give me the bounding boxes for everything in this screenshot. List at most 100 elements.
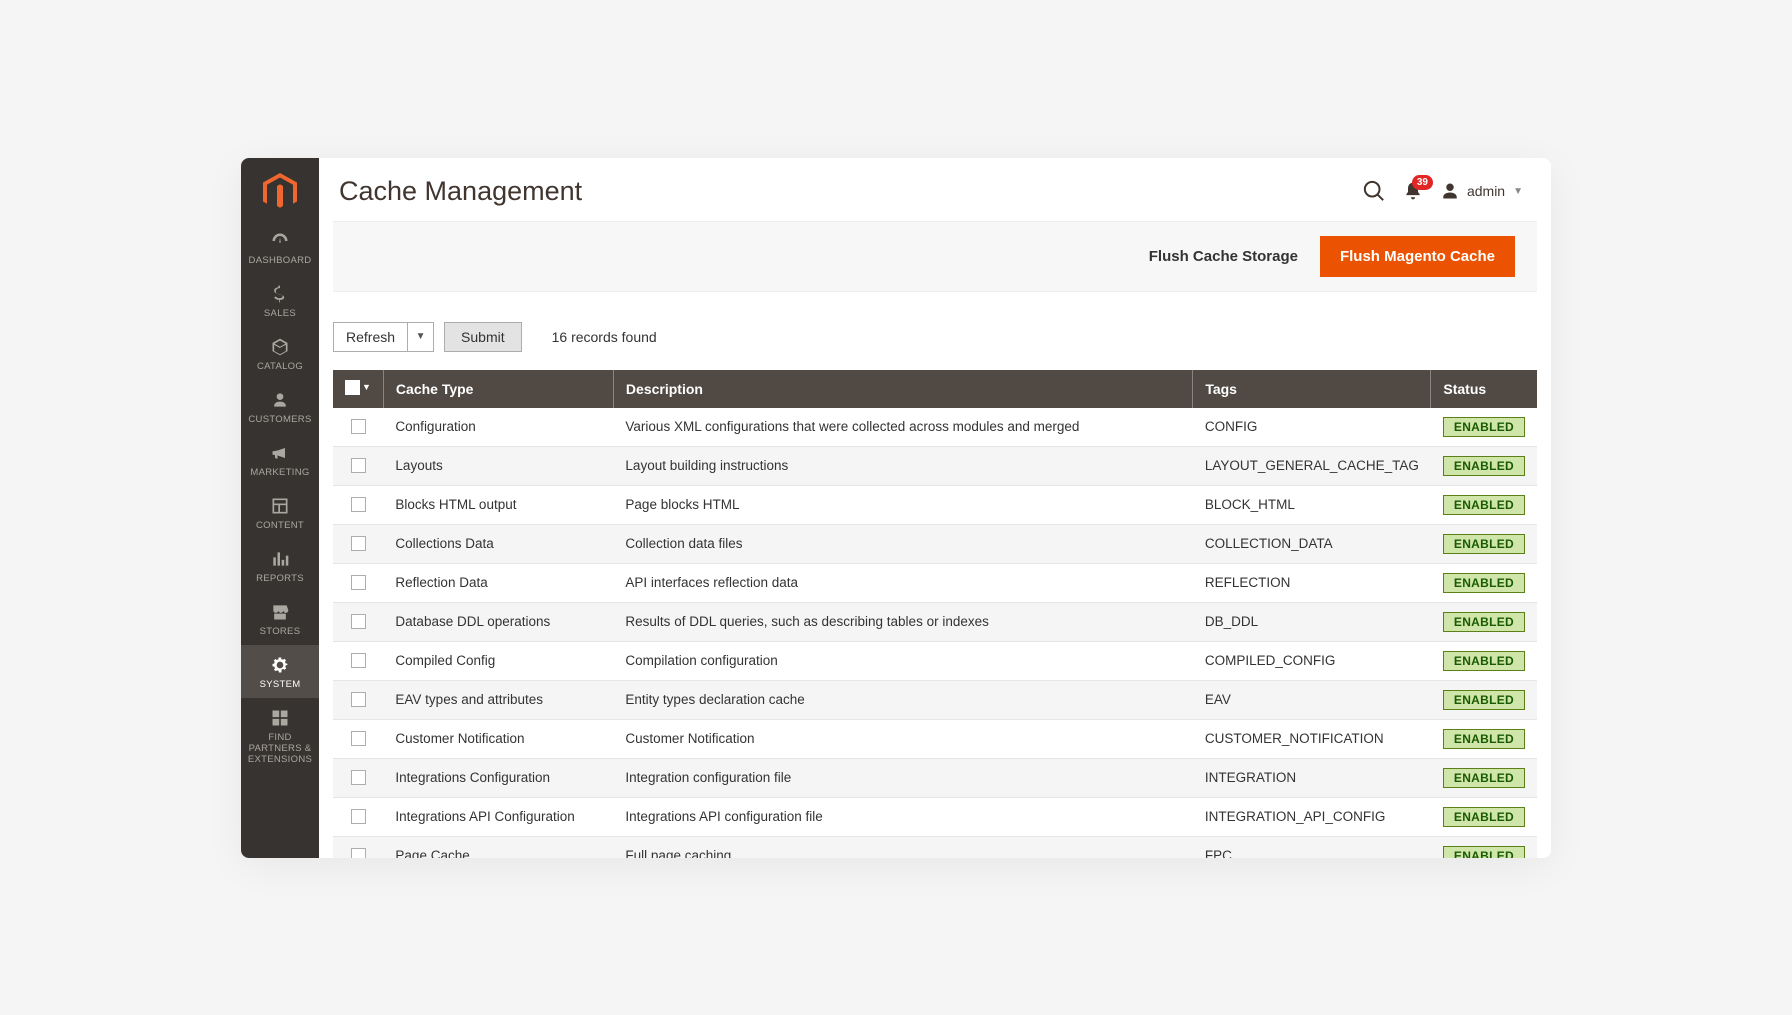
box-icon (270, 337, 290, 357)
mass-action-label[interactable]: Refresh (333, 322, 408, 352)
table-row[interactable]: Customer NotificationCustomer Notificati… (333, 719, 1537, 758)
header-actions: 39 admin ▼ (1363, 180, 1523, 202)
sidebar-item-label: CATALOG (245, 361, 315, 372)
bars-icon (270, 549, 290, 569)
records-count: 16 records found (552, 329, 657, 345)
sidebar-item-reports[interactable]: REPORTS (241, 539, 319, 592)
row-checkbox[interactable] (351, 536, 366, 551)
cell-tags: FPC (1193, 836, 1431, 858)
row-checkbox[interactable] (351, 653, 366, 668)
magento-logo[interactable] (263, 158, 297, 221)
mass-action-select[interactable]: Refresh ▼ (333, 322, 434, 352)
cell-cache-type: Layouts (383, 446, 613, 485)
cache-table-wrap: ▼ Cache Type Description Tags Status Con… (319, 370, 1551, 858)
table-row[interactable]: Reflection DataAPI interfaces reflection… (333, 563, 1537, 602)
cell-description: Results of DDL queries, such as describi… (613, 602, 1192, 641)
sidebar-item-label: CUSTOMERS (245, 414, 315, 425)
sidebar-item-sales[interactable]: SALES (241, 274, 319, 327)
row-checkbox[interactable] (351, 731, 366, 746)
cell-tags: INTEGRATION (1193, 758, 1431, 797)
chevron-down-icon[interactable]: ▼ (362, 382, 371, 392)
cell-description: API interfaces reflection data (613, 563, 1192, 602)
sidebar-item-dashboard[interactable]: DASHBOARD (241, 221, 319, 274)
cell-tags: CONFIG (1193, 408, 1431, 447)
submit-button[interactable]: Submit (444, 322, 522, 352)
row-checkbox[interactable] (351, 458, 366, 473)
cache-table: ▼ Cache Type Description Tags Status Con… (333, 370, 1537, 858)
status-badge: ENABLED (1443, 456, 1525, 476)
cell-cache-type: Blocks HTML output (383, 485, 613, 524)
flush-cache-storage-button[interactable]: Flush Cache Storage (1149, 248, 1298, 265)
status-badge: ENABLED (1443, 807, 1525, 827)
cell-description: Collection data files (613, 524, 1192, 563)
cell-cache-type: Database DDL operations (383, 602, 613, 641)
table-row[interactable]: Compiled ConfigCompilation configuration… (333, 641, 1537, 680)
cell-description: Entity types declaration cache (613, 680, 1192, 719)
cell-cache-type: Integrations Configuration (383, 758, 613, 797)
row-checkbox[interactable] (351, 419, 366, 434)
col-header-tags[interactable]: Tags (1193, 370, 1431, 408)
status-badge: ENABLED (1443, 495, 1525, 515)
cell-cache-type: Configuration (383, 408, 613, 447)
cell-tags: REFLECTION (1193, 563, 1431, 602)
sidebar-item-find-partners-extensions[interactable]: FIND PARTNERS & EXTENSIONS (241, 698, 319, 773)
table-row[interactable]: Database DDL operationsResults of DDL qu… (333, 602, 1537, 641)
storefront-icon (270, 602, 290, 622)
user-menu[interactable]: admin ▼ (1441, 182, 1523, 200)
col-header-type[interactable]: Cache Type (383, 370, 613, 408)
cell-description: Integrations API configuration file (613, 797, 1192, 836)
sidebar-item-label: DASHBOARD (245, 255, 315, 266)
row-checkbox[interactable] (351, 770, 366, 785)
cell-description: Compilation configuration (613, 641, 1192, 680)
notifications-button[interactable]: 39 (1403, 181, 1423, 201)
flush-magento-cache-button[interactable]: Flush Magento Cache (1320, 236, 1515, 277)
sidebar-item-system[interactable]: SYSTEM (241, 645, 319, 698)
table-row[interactable]: Collections DataCollection data filesCOL… (333, 524, 1537, 563)
search-icon (1363, 180, 1385, 202)
chevron-down-icon[interactable]: ▼ (408, 322, 434, 352)
table-row[interactable]: Page CacheFull page cachingFPCENABLED (333, 836, 1537, 858)
status-badge: ENABLED (1443, 534, 1525, 554)
table-row[interactable]: Integrations ConfigurationIntegration co… (333, 758, 1537, 797)
cell-tags: INTEGRATION_API_CONFIG (1193, 797, 1431, 836)
row-checkbox[interactable] (351, 692, 366, 707)
status-badge: ENABLED (1443, 612, 1525, 632)
search-button[interactable] (1363, 180, 1385, 202)
cell-description: Integration configuration file (613, 758, 1192, 797)
table-row[interactable]: Integrations API ConfigurationIntegratio… (333, 797, 1537, 836)
table-row[interactable]: EAV types and attributesEntity types dec… (333, 680, 1537, 719)
app-frame: DASHBOARD SALES CATALOG CUSTOMERS MARKETING C… (241, 158, 1551, 858)
status-badge: ENABLED (1443, 768, 1525, 788)
col-header-select[interactable]: ▼ (333, 370, 383, 408)
sidebar-item-customers[interactable]: CUSTOMERS (241, 380, 319, 433)
row-checkbox[interactable] (351, 809, 366, 824)
col-header-description[interactable]: Description (613, 370, 1192, 408)
table-row[interactable]: LayoutsLayout building instructionsLAYOU… (333, 446, 1537, 485)
sidebar-item-catalog[interactable]: CATALOG (241, 327, 319, 380)
sidebar: DASHBOARD SALES CATALOG CUSTOMERS MARKETING C… (241, 158, 319, 858)
user-icon (1441, 182, 1459, 200)
cell-tags: BLOCK_HTML (1193, 485, 1431, 524)
cell-cache-type: EAV types and attributes (383, 680, 613, 719)
main-area: Cache Management 39 admin ▼ Flush Cache … (319, 158, 1551, 858)
notification-count: 39 (1412, 175, 1433, 190)
select-all-checkbox[interactable] (345, 380, 360, 395)
sidebar-item-marketing[interactable]: MARKETING (241, 433, 319, 486)
row-checkbox[interactable] (351, 497, 366, 512)
row-checkbox[interactable] (351, 575, 366, 590)
sidebar-item-content[interactable]: CONTENT (241, 486, 319, 539)
username: admin (1467, 183, 1505, 199)
person-icon (270, 390, 290, 410)
col-header-status[interactable]: Status (1431, 370, 1537, 408)
cell-tags: EAV (1193, 680, 1431, 719)
sidebar-item-label: MARKETING (245, 467, 315, 478)
table-row[interactable]: ConfigurationVarious XML configurations … (333, 408, 1537, 447)
sidebar-item-stores[interactable]: STORES (241, 592, 319, 645)
table-row[interactable]: Blocks HTML outputPage blocks HTMLBLOCK_… (333, 485, 1537, 524)
row-checkbox[interactable] (351, 614, 366, 629)
row-checkbox[interactable] (351, 848, 366, 857)
cell-tags: LAYOUT_GENERAL_CACHE_TAG (1193, 446, 1431, 485)
page-header: Cache Management 39 admin ▼ (319, 158, 1551, 221)
cell-tags: COLLECTION_DATA (1193, 524, 1431, 563)
cell-description: Page blocks HTML (613, 485, 1192, 524)
